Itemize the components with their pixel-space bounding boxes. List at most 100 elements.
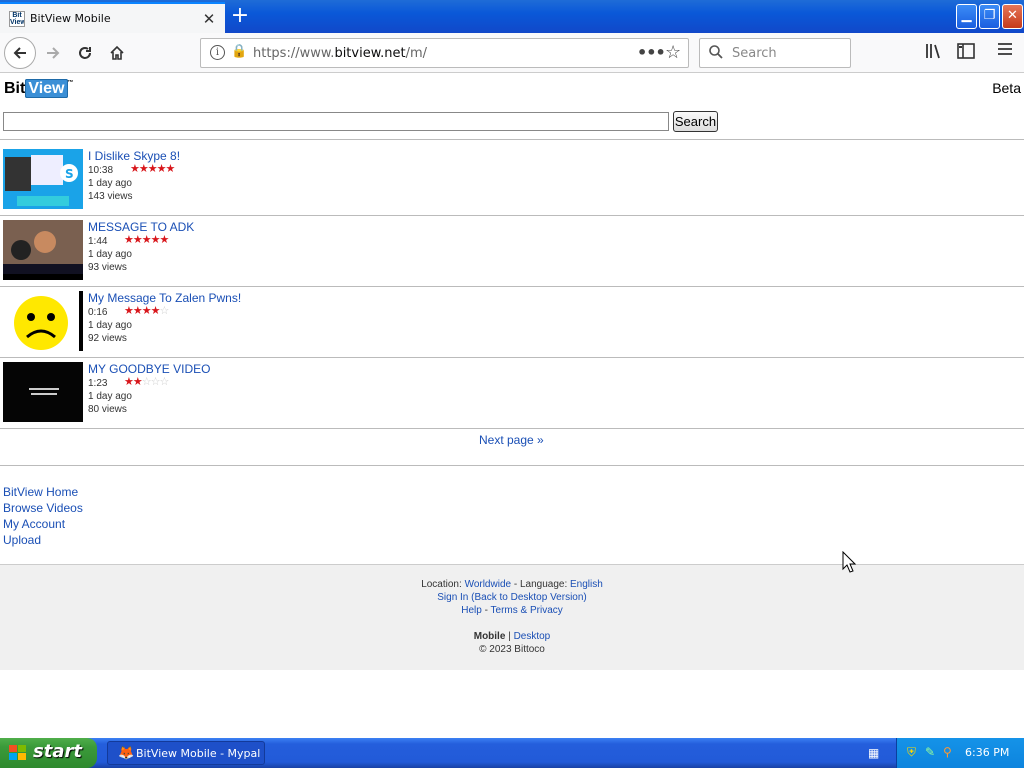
system-tray: ⛨ ✎ ⚲ 6:36 PM (896, 738, 1024, 768)
bitview-logo[interactable]: Bit View ™ (4, 79, 74, 98)
star-empty-icon: ☆ (141, 376, 152, 388)
keyboard-icon[interactable]: ▦ (868, 746, 879, 760)
video-search-input[interactable] (3, 112, 669, 131)
logo-view-text: View (25, 79, 68, 98)
video-thumbnail[interactable] (3, 362, 83, 422)
star-full-icon: ★ (156, 163, 167, 175)
video-views: 93 views (88, 262, 127, 273)
windows-flag-icon (9, 745, 26, 760)
taskbar-item-bitview[interactable]: 🦊 BitView Mobile - Mypal (107, 741, 265, 765)
search-tray-icon[interactable]: ⚲ (943, 745, 952, 759)
browser-search-box[interactable]: Search (699, 38, 851, 68)
network-icon[interactable]: ✎ (925, 745, 935, 759)
upload-link[interactable]: Upload (3, 533, 41, 547)
video-title-link[interactable]: MESSAGE TO ADK (88, 220, 194, 234)
star-full-icon: ★ (124, 376, 134, 388)
back-button[interactable] (4, 37, 36, 69)
video-item[interactable]: MESSAGE TO ADK 1:44 ★★★★★ 1 day ago 93 views (0, 215, 1024, 286)
video-duration: 0:16 (88, 307, 108, 318)
star-rating: ★★★★☆ (124, 304, 170, 317)
mypal-icon: 🦊 (118, 746, 135, 761)
next-page-link[interactable]: Next page » (479, 433, 544, 447)
logo-tm: ™ (67, 80, 74, 86)
worldwide-link[interactable]: Worldwide (465, 579, 512, 590)
divider (0, 139, 1024, 140)
forward-button[interactable] (38, 38, 68, 68)
video-thumbnail[interactable]: S (3, 149, 83, 209)
url-bar[interactable]: i 🔒 https://www.bitview.net/m/ ••• ☆ (200, 38, 689, 68)
video-views: 92 views (88, 333, 127, 344)
maximize-button[interactable]: ❐ (979, 4, 1000, 29)
logo-bit-text: Bit (4, 80, 26, 97)
insecure-lock-icon[interactable]: 🔒 (231, 44, 247, 59)
bookmark-star-icon[interactable]: ☆ (665, 42, 681, 63)
sign-in-link[interactable]: Sign In (Back to Desktop Version) (437, 592, 587, 603)
video-duration: 1:23 (88, 378, 108, 389)
help-link[interactable]: Help (461, 605, 482, 616)
video-item[interactable]: MY GOODBYE VIDEO 1:23 ★★☆☆☆ 1 day ago 80 vie… (0, 357, 1024, 428)
divider (0, 465, 1024, 466)
video-duration: 10:38 (88, 165, 114, 176)
bitview-home-link[interactable]: BitView Home (3, 485, 78, 499)
hamburger-menu-icon[interactable] (997, 41, 1013, 57)
svg-text:S: S (65, 167, 74, 181)
forward-arrow-icon (47, 47, 60, 59)
star-empty-icon: ☆ (159, 305, 170, 317)
mobile-label: Mobile (473, 631, 506, 642)
video-item[interactable]: SI Dislike Skype 8! 10:38 ★★★★★ 1 day ago 14… (0, 144, 1024, 215)
terms-privacy-link[interactable]: Terms & Privacy (491, 605, 563, 616)
copyright: © 2023 Bittoco (479, 644, 545, 655)
star-empty-icon: ☆ (150, 376, 161, 388)
video-views: 80 views (88, 404, 127, 415)
sidebar-toggle-icon[interactable] (957, 43, 975, 59)
search-icon (709, 45, 723, 59)
footer: Location: Worldwide - Language: English … (0, 564, 1024, 670)
reload-button[interactable] (70, 38, 100, 68)
star-full-icon: ★ (124, 305, 134, 317)
video-thumbnail[interactable] (3, 291, 83, 351)
page-content: Bit View ™ Beta Search S I Dislike Skype 8!… (0, 74, 1024, 738)
new-tab-button[interactable]: + (229, 5, 251, 28)
desktop-link[interactable]: Desktop (514, 631, 551, 642)
video-duration: 1:44 (88, 236, 108, 247)
star-rating: ★★☆☆☆ (124, 375, 170, 388)
star-full-icon: ★ (141, 305, 152, 317)
start-button[interactable]: start (0, 738, 97, 768)
video-item[interactable]: My Message To Zalen Pwns! 0:16 ★★★★☆ 1 day … (0, 286, 1024, 357)
star-empty-icon: ☆ (159, 376, 170, 388)
back-arrow-icon (13, 47, 26, 59)
url-text[interactable]: https://www.bitview.net/m/ (253, 46, 427, 61)
page-actions-icon[interactable]: ••• (637, 43, 666, 62)
video-title-link[interactable]: My Message To Zalen Pwns! (88, 291, 241, 305)
english-link[interactable]: English (570, 579, 603, 590)
title-bar: Bit View BitView Mobile ✕ + ▁ ❐ ✕ (0, 0, 1024, 33)
star-full-icon: ★ (132, 305, 143, 317)
library-icon[interactable] (925, 43, 943, 59)
video-title-link[interactable]: MY GOODBYE VIDEO (88, 362, 210, 376)
video-thumbnail[interactable] (3, 220, 83, 280)
navigation-toolbar: i 🔒 https://www.bitview.net/m/ ••• ☆ Sea… (0, 33, 1024, 73)
browser-tab[interactable]: Bit View BitView Mobile ✕ (0, 2, 225, 33)
browse-videos-link[interactable]: Browse Videos (3, 501, 83, 515)
video-title-link[interactable]: I Dislike Skype 8! (88, 149, 180, 163)
reload-icon (79, 47, 91, 59)
close-window-button[interactable]: ✕ (1002, 4, 1023, 29)
video-age: 1 day ago (88, 320, 132, 331)
footer-location-row: Location: Worldwide - Language: English (421, 579, 603, 590)
video-views: 143 views (88, 191, 133, 202)
divider (0, 428, 1024, 429)
my-account-link[interactable]: My Account (3, 517, 65, 531)
info-icon[interactable]: i (210, 45, 225, 60)
security-shield-icon[interactable]: ⛨ (907, 745, 916, 760)
star-half-icon: ★ (132, 376, 143, 388)
star-full-icon: ★ (130, 163, 140, 175)
star-full-icon: ★ (165, 163, 176, 175)
taskbar: start 🦊 BitView Mobile - Mypal ▦ ⛨ ✎ ⚲ 6… (0, 738, 1024, 768)
star-full-icon: ★ (141, 234, 152, 246)
star-half-icon: ★ (150, 305, 161, 317)
home-button[interactable] (102, 38, 132, 68)
video-age: 1 day ago (88, 249, 132, 260)
minimize-button[interactable]: ▁ (956, 4, 977, 29)
tab-close-icon[interactable]: ✕ (199, 9, 219, 29)
search-button[interactable]: Search (673, 111, 718, 132)
